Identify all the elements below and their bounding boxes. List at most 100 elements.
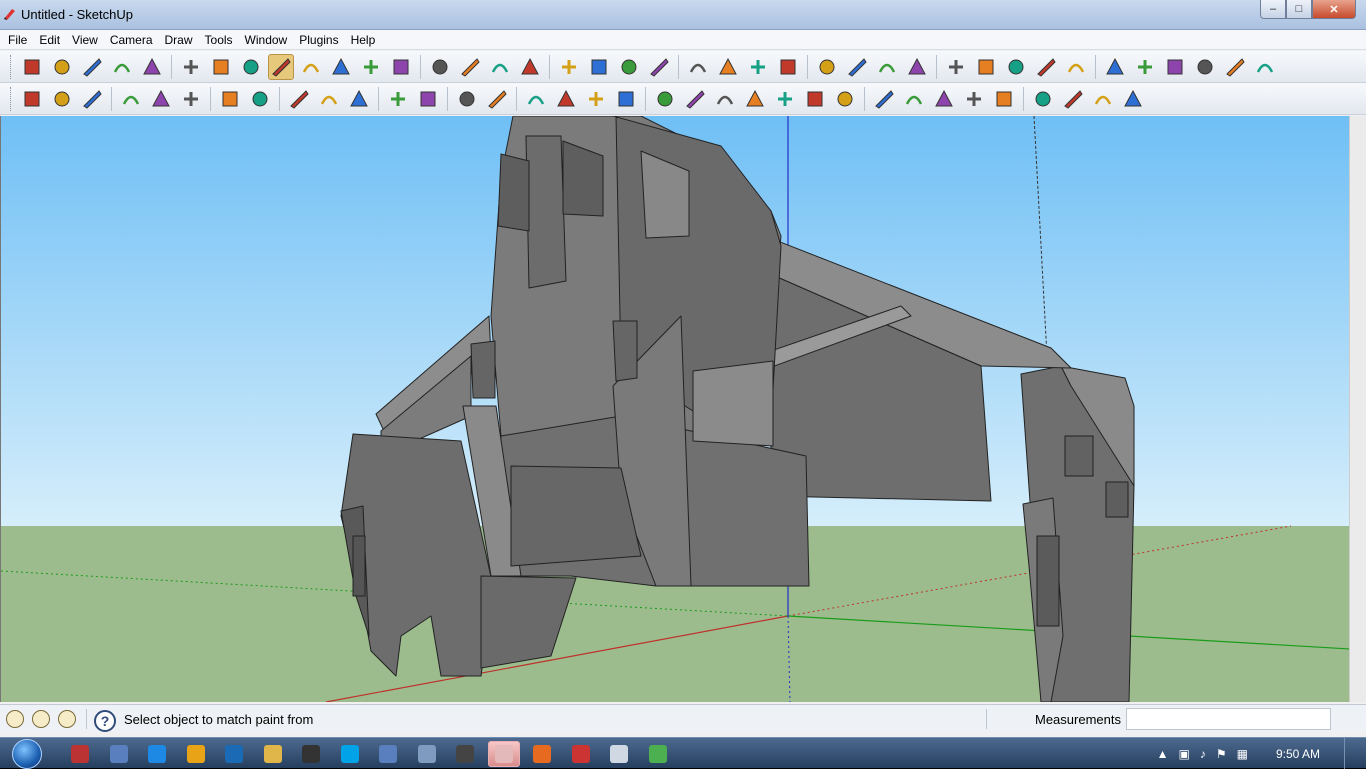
taskbar-sketchup-icon[interactable]	[487, 741, 520, 767]
follow-me-icon[interactable]	[388, 54, 414, 80]
taskbar-skype-icon[interactable]	[334, 741, 366, 767]
iso-view-icon[interactable]	[19, 86, 45, 112]
flip-edge-icon[interactable]	[682, 86, 708, 112]
sandbox-from-scratch-icon[interactable]	[523, 86, 549, 112]
wireframe-icon[interactable]	[1120, 86, 1146, 112]
menu-plugins[interactable]: Plugins	[293, 33, 344, 47]
select-icon[interactable]	[814, 54, 840, 80]
move-icon[interactable]	[1132, 54, 1158, 80]
scale-icon[interactable]	[1252, 54, 1278, 80]
menu-tools[interactable]: Tools	[199, 33, 239, 47]
arc-tool-icon[interactable]	[772, 86, 798, 112]
undo-icon[interactable]	[385, 86, 411, 112]
zoom-window-icon[interactable]	[454, 86, 480, 112]
redo-icon[interactable]	[415, 86, 441, 112]
add-detail-icon[interactable]	[652, 86, 678, 112]
x-ray-icon[interactable]	[1060, 86, 1086, 112]
spline-icon[interactable]	[742, 86, 768, 112]
get-components-icon[interactable]	[715, 54, 741, 80]
rotate-icon[interactable]	[991, 86, 1017, 112]
taskbar-steam-icon[interactable]	[295, 741, 327, 767]
paint-bucket-icon[interactable]	[874, 54, 900, 80]
section-plane-icon[interactable]	[217, 86, 243, 112]
bezier-icon[interactable]	[712, 86, 738, 112]
line-tool-icon[interactable]	[832, 86, 858, 112]
clock[interactable]: 9:50 AM	[1266, 747, 1330, 761]
taskbar-internet-explorer-icon[interactable]	[141, 741, 173, 767]
menu-camera[interactable]: Camera	[104, 33, 159, 47]
arc-icon[interactable]	[1033, 54, 1059, 80]
text-icon[interactable]	[346, 86, 372, 112]
taskbar-photoshop-icon[interactable]	[218, 741, 250, 767]
menu-help[interactable]: Help	[345, 33, 382, 47]
menu-view[interactable]: View	[66, 33, 104, 47]
device-icon[interactable]: ▣	[1179, 747, 1190, 761]
walk-icon[interactable]	[118, 86, 144, 112]
show-hidden-icons-icon[interactable]: ▲	[1157, 747, 1169, 761]
volume-icon[interactable]: ♪	[1200, 747, 1206, 761]
rotate-icon[interactable]	[1192, 54, 1218, 80]
show-desktop-button[interactable]	[1344, 738, 1356, 769]
share-model-icon[interactable]	[646, 54, 672, 80]
stamp-icon[interactable]	[583, 86, 609, 112]
drawing-viewport[interactable]	[0, 116, 1349, 702]
get-models-icon[interactable]	[616, 54, 642, 80]
maximize-button[interactable]: □	[1286, 0, 1312, 19]
dimension-icon[interactable]	[286, 86, 312, 112]
network-icon[interactable]: ▦	[1237, 747, 1248, 761]
polygon-icon[interactable]	[1063, 54, 1089, 80]
geo-location-icon[interactable]	[6, 710, 24, 728]
paint-bucket-icon[interactable]	[268, 53, 294, 80]
eraser-icon[interactable]	[208, 54, 234, 80]
action-center-flag-icon[interactable]: ⚑	[1216, 747, 1227, 761]
position-camera-icon[interactable]	[178, 86, 204, 112]
add-location-icon[interactable]	[556, 54, 582, 80]
menu-file[interactable]: File	[2, 33, 33, 47]
text-3d-icon[interactable]	[871, 86, 897, 112]
move-icon[interactable]	[328, 54, 354, 80]
close-button[interactable]: ✕	[1312, 0, 1356, 19]
taskbar-media-player-icon[interactable]	[180, 741, 212, 767]
eraser-icon[interactable]	[904, 54, 930, 80]
push-pull-icon[interactable]	[1162, 54, 1188, 80]
circle-icon[interactable]	[109, 54, 135, 80]
toolbar-grip[interactable]	[10, 86, 13, 111]
taskbar-itunes-icon[interactable]	[372, 741, 404, 767]
protractor-icon[interactable]	[901, 86, 927, 112]
taskbar-chrome-icon[interactable]	[642, 741, 674, 767]
zoom-icon[interactable]	[487, 54, 513, 80]
rotate-icon[interactable]	[358, 54, 384, 80]
google-earth-icon[interactable]	[685, 54, 711, 80]
taskbar-folder-icon[interactable]	[411, 741, 443, 767]
pencil-icon[interactable]	[49, 54, 75, 80]
make-component-icon[interactable]	[178, 54, 204, 80]
sandbox-from-contours-icon[interactable]	[484, 86, 510, 112]
toggle-terrain-icon[interactable]	[586, 54, 612, 80]
taskbar-sketchup-icon[interactable]	[64, 741, 96, 767]
vertical-scrollbar[interactable]	[1349, 116, 1366, 702]
look-around-icon[interactable]	[148, 86, 174, 112]
menu-edit[interactable]: Edit	[33, 33, 66, 47]
taskbar-7zip-icon[interactable]	[449, 741, 481, 767]
drape-icon[interactable]	[613, 86, 639, 112]
push-pull-icon[interactable]	[298, 54, 324, 80]
pan-icon[interactable]	[457, 54, 483, 80]
move-icon[interactable]	[961, 86, 987, 112]
scene-canvas[interactable]	[1, 116, 1349, 702]
taskbar-app-icon[interactable]	[565, 741, 597, 767]
front-view-icon[interactable]	[79, 86, 105, 112]
share-component-icon[interactable]	[745, 54, 771, 80]
taskbar-itunes-icon[interactable]	[103, 741, 135, 767]
measurements-field[interactable]	[1126, 708, 1331, 730]
circle-icon[interactable]	[1003, 54, 1029, 80]
select-icon[interactable]	[19, 54, 45, 80]
zoom-extents-icon[interactable]	[517, 54, 543, 80]
taskbar-notepad-icon[interactable]	[603, 741, 635, 767]
orbit-icon[interactable]	[427, 54, 453, 80]
sign-in-icon[interactable]	[58, 710, 76, 728]
component-icon[interactable]	[775, 54, 801, 80]
protractor-icon[interactable]	[316, 86, 342, 112]
tape-measure-icon[interactable]	[238, 54, 264, 80]
taskbar-firefox-icon[interactable]	[526, 741, 558, 767]
rectangle-icon[interactable]	[79, 54, 105, 80]
